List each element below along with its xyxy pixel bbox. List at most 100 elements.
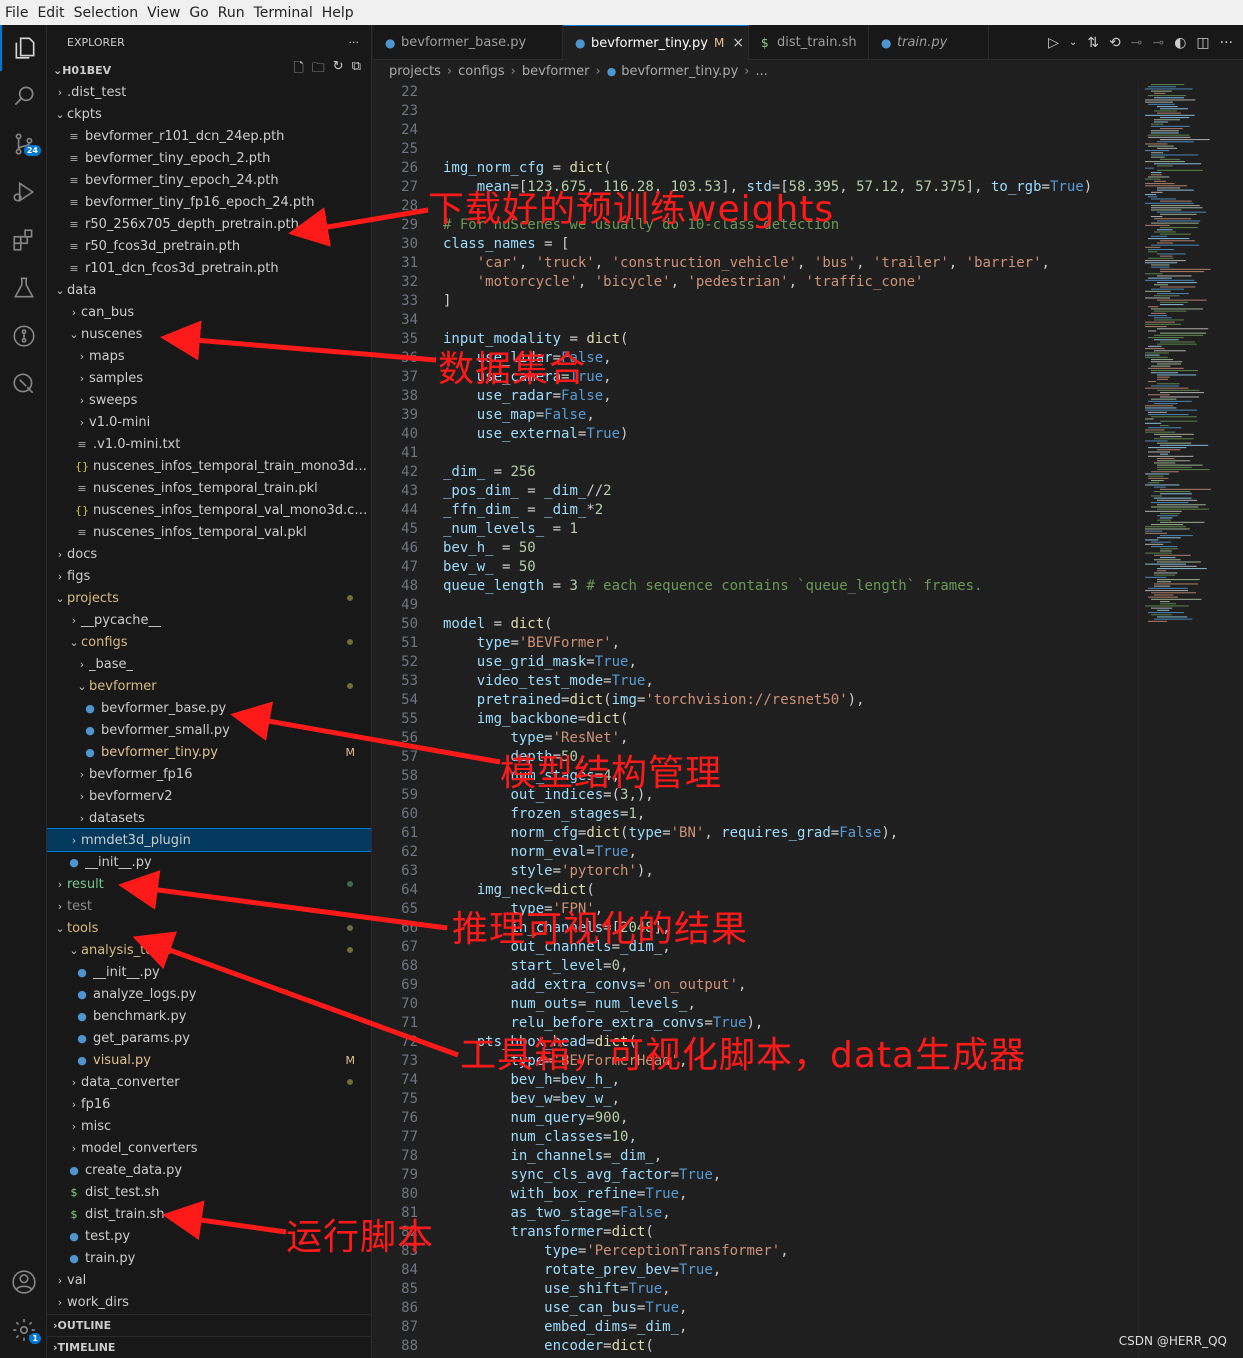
tree-folder[interactable]: ⌄ tools — [47, 917, 371, 939]
tree-file[interactable]: ≡ bevformer_tiny_epoch_2.pth — [47, 147, 371, 169]
settings-gear-icon[interactable]: 1 — [0, 1307, 47, 1353]
tree-folder[interactable]: › model_converters — [47, 1137, 371, 1159]
tree-file[interactable]: ≡ r101_dcn_fcos3d_pretrain.pth — [47, 257, 371, 279]
tree-file[interactable]: ● visual.py M — [47, 1049, 371, 1071]
menu-item-run[interactable]: Run — [218, 5, 252, 21]
tree-folder[interactable]: › __pycache__ — [47, 609, 371, 631]
tree-file[interactable]: ≡ bevformer_r101_dcn_24ep.pth — [47, 125, 371, 147]
more-actions-icon[interactable]: ··· — [1220, 35, 1233, 51]
tree-folder[interactable]: ⌄ ckpts — [47, 103, 371, 125]
menu-item-view[interactable]: View — [147, 5, 187, 21]
tree-folder[interactable]: › v1.0-mini — [47, 411, 371, 433]
source-control-icon[interactable]: 24 — [0, 121, 47, 167]
tree-folder[interactable]: › .dist_test — [47, 81, 371, 103]
next-change-icon[interactable]: ⊸ — [1152, 35, 1164, 51]
tab-bevformer-tiny-py[interactable]: ● bevformer_tiny.py M × — [563, 25, 749, 60]
workspace-root[interactable]: ⌄ H01BEV 🗋 🗀 ↻ ⧉ — [47, 59, 371, 81]
tab-bevformer-base-py[interactable]: ● bevformer_base.py — [373, 25, 563, 60]
breadcrumb-item[interactable]: ... — [755, 64, 767, 79]
minimap[interactable] — [1138, 82, 1243, 1358]
tree-folder[interactable]: › _base_ — [47, 653, 371, 675]
tree-folder[interactable]: › mmdet3d_plugin — [47, 828, 371, 852]
tree-file[interactable]: ● bevformer_tiny.py M — [47, 741, 371, 763]
tree-folder[interactable]: › val — [47, 1269, 371, 1291]
tree-folder[interactable]: › work_dirs — [47, 1291, 371, 1313]
menu-item-go[interactable]: Go — [189, 5, 215, 21]
tree-file[interactable]: ≡ .v1.0-mini.txt — [47, 433, 371, 455]
breadcrumb-item[interactable]: bevformer — [522, 64, 590, 79]
account-icon[interactable] — [0, 1259, 47, 1305]
tree-file[interactable]: ● bevformer_small.py — [47, 719, 371, 741]
tree-folder[interactable]: › maps — [47, 345, 371, 367]
tree-file[interactable]: $ dist_test.sh — [47, 1181, 371, 1203]
tree-file[interactable]: ● create_data.py — [47, 1159, 371, 1181]
refresh-icon[interactable]: ↻ — [333, 59, 344, 81]
tree-folder[interactable]: › result — [47, 873, 371, 895]
tree-folder[interactable]: › bevformerv2 — [47, 785, 371, 807]
code-editor[interactable]: 22 23 24 25 26 img_norm_cfg = dict(27 mean=[1… — [373, 82, 1138, 1358]
git-graph-icon[interactable] — [0, 313, 47, 359]
tree-file[interactable]: ● get_params.py — [47, 1027, 371, 1049]
tree-folder[interactable]: › samples — [47, 367, 371, 389]
search-icon[interactable] — [0, 73, 47, 119]
testing-icon[interactable] — [0, 265, 47, 311]
remote-explorer-icon[interactable] — [0, 361, 47, 407]
tree-folder[interactable]: › can_bus — [47, 301, 371, 323]
tree-folder[interactable]: › bevformer_fp16 — [47, 763, 371, 785]
timeline-panel-header[interactable]: › TIMELINE — [47, 1336, 371, 1358]
chevron-down-icon[interactable]: ⌄ — [1069, 37, 1077, 48]
open-changes-icon[interactable]: ◐ — [1174, 35, 1186, 51]
tree-folder[interactable]: ⌄ analysis_tools — [47, 939, 371, 961]
collapse-all-icon[interactable]: ⧉ — [352, 59, 361, 81]
tree-folder[interactable]: ⌄ data — [47, 279, 371, 301]
close-icon[interactable]: × — [732, 35, 744, 51]
tree-file[interactable]: ● __init__.py — [47, 961, 371, 983]
menu-item-help[interactable]: Help — [322, 5, 361, 21]
menu-item-selection[interactable]: Selection — [74, 5, 146, 21]
tree-folder[interactable]: › docs — [47, 543, 371, 565]
tree-file[interactable]: ● analyze_logs.py — [47, 983, 371, 1005]
compare-changes-icon[interactable]: ⇅ — [1087, 35, 1099, 51]
tree-file[interactable]: ≡ r50_fcos3d_pretrain.pth — [47, 235, 371, 257]
split-editor-icon[interactable]: ◫ — [1196, 35, 1209, 51]
new-file-icon[interactable]: 🗋 — [293, 59, 303, 81]
tab-train-py[interactable]: ● train.py — [869, 25, 989, 60]
previous-change-icon[interactable]: ⊸ — [1131, 35, 1143, 51]
tree-folder[interactable]: › misc — [47, 1115, 371, 1137]
tree-file[interactable]: ≡ bevformer_tiny_epoch_24.pth — [47, 169, 371, 191]
tree-file[interactable]: ≡ r50_256x705_depth_pretrain.pth — [47, 213, 371, 235]
tree-file[interactable]: ● __init__.py — [47, 851, 371, 873]
go-back-icon[interactable]: ⟲ — [1109, 35, 1121, 51]
tree-folder[interactable]: ⌄ bevformer — [47, 675, 371, 697]
breadcrumb-item[interactable]: projects — [389, 64, 441, 79]
tree-folder[interactable]: › sweeps — [47, 389, 371, 411]
extensions-icon[interactable] — [0, 217, 47, 263]
tree-folder[interactable]: › test — [47, 895, 371, 917]
tree-folder[interactable]: ⌄ nuscenes — [47, 323, 371, 345]
run-debug-icon[interactable] — [0, 169, 47, 215]
explorer-more-icon[interactable]: ··· — [349, 36, 360, 49]
tree-file[interactable]: {} nuscenes_infos_temporal_train_mono3d.c… — [47, 455, 371, 477]
breadcrumb-item[interactable]: configs — [458, 64, 505, 79]
tab-dist-train-sh[interactable]: $ dist_train.sh — [749, 25, 869, 60]
tree-file[interactable]: ● bevformer_base.py — [47, 697, 371, 719]
outline-panel-header[interactable]: › OUTLINE — [47, 1314, 371, 1336]
tree-folder[interactable]: › datasets — [47, 807, 371, 829]
tree-file[interactable]: ≡ bevformer_tiny_fp16_epoch_24.pth — [47, 191, 371, 213]
menu-item-edit[interactable]: Edit — [37, 5, 71, 21]
menu-item-file[interactable]: File — [5, 5, 35, 21]
tree-file[interactable]: ● benchmark.py — [47, 1005, 371, 1027]
tree-folder[interactable]: ⌄ configs — [47, 631, 371, 653]
breadcrumb-item[interactable]: bevformer_tiny.py — [621, 64, 738, 79]
tree-file[interactable]: {} nuscenes_infos_temporal_val_mono3d.coc… — [47, 499, 371, 521]
menu-item-terminal[interactable]: Terminal — [254, 5, 320, 21]
tree-folder[interactable]: › fp16 — [47, 1093, 371, 1115]
new-folder-icon[interactable]: 🗀 — [312, 59, 325, 81]
tree-folder[interactable]: › figs — [47, 565, 371, 587]
tree-file[interactable]: ≡ nuscenes_infos_temporal_val.pkl — [47, 521, 371, 543]
files-icon[interactable] — [0, 25, 47, 71]
tree-folder[interactable]: ⌄ projects — [47, 587, 371, 609]
tree-folder[interactable]: › data_converter — [47, 1071, 371, 1093]
tree-file[interactable]: ≡ nuscenes_infos_temporal_train.pkl — [47, 477, 371, 499]
run-icon[interactable]: ▷ — [1048, 35, 1059, 51]
